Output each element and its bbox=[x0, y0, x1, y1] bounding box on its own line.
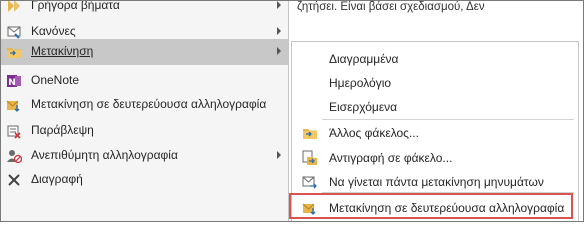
menu-item-label: Γρήγορα βήματα bbox=[31, 0, 120, 12]
menu-item-label: Ανεπιθύμητη αλληλογραφία bbox=[31, 148, 178, 162]
submenu-item-label: Αντιγραφή σε φάκελο... bbox=[329, 151, 453, 165]
clutter-icon bbox=[6, 100, 20, 112]
folder-move-icon bbox=[7, 48, 21, 58]
menu-item-label: Μετακίνηση bbox=[31, 44, 94, 58]
onenote-icon: N bbox=[7, 75, 21, 88]
outlook-context-menu-screenshot: ζητήσει. Είναι βάσει σχεδιασμού, Δεν Γρή… bbox=[0, 0, 584, 222]
menu-item-ignore[interactable]: Παράβλεψη bbox=[1, 118, 288, 144]
submenu-arrow-icon bbox=[277, 1, 281, 9]
delete-icon bbox=[8, 174, 20, 186]
submenu-other-folder[interactable]: Άλλος φάκελος... bbox=[292, 120, 578, 146]
submenu-folder-inbox[interactable]: Εισερχόμενα bbox=[292, 94, 578, 120]
rules-icon bbox=[7, 26, 21, 39]
clutter-icon bbox=[302, 203, 316, 215]
submenu-item-label: Άλλος φάκελος... bbox=[329, 126, 419, 140]
ignore-icon bbox=[7, 125, 21, 139]
submenu-item-label: Να γίνεται πάντα μετακίνηση μηνυμάτων bbox=[329, 175, 544, 189]
menu-item-move-to-clutter[interactable]: Μετακίνηση σε δευτερεύουσα αλληλογραφία bbox=[1, 92, 288, 118]
email-preview-strip: ζητήσει. Είναι βάσει σχεδιασμού, Δεν bbox=[288, 1, 583, 29]
submenu-copy-to-folder[interactable]: Αντιγραφή σε φάκελο... bbox=[292, 145, 578, 171]
menu-item-label: Μετακίνηση σε δευτερεύουσα αλληλογραφία bbox=[31, 97, 267, 111]
menu-item-label: Κανόνες bbox=[31, 24, 76, 38]
menu-item-delete[interactable]: Διαγραφή bbox=[1, 167, 288, 193]
junk-mail-icon bbox=[7, 150, 22, 164]
menu-item-quick-steps[interactable]: Γρήγορα βήματα bbox=[1, 0, 288, 19]
always-move-icon bbox=[302, 176, 317, 189]
quick-steps-icon bbox=[8, 1, 20, 12]
submenu-folder-calendar[interactable]: Ημερολόγιο bbox=[292, 70, 578, 96]
submenu-item-label: Εισερχόμενα bbox=[329, 100, 398, 114]
submenu-item-label: Ημερολόγιο bbox=[329, 76, 392, 90]
submenu-arrow-icon bbox=[277, 47, 281, 55]
submenu-arrow-icon bbox=[277, 151, 281, 159]
menu-item-junk-mail[interactable]: Ανεπιθύμητη αλληλογραφία bbox=[1, 143, 288, 169]
menu-item-onenote[interactable]: N OneNote bbox=[1, 68, 288, 94]
submenu-item-label: Διαγραμμένα bbox=[329, 52, 399, 66]
menu-item-label: Παράβλεψη bbox=[31, 123, 94, 137]
menu-item-label: Διαγραφή bbox=[31, 172, 83, 186]
context-menu: Γρήγορα βήματα Κανόνες Μετακίνηση N OneN… bbox=[1, 1, 289, 221]
submenu-arrow-icon bbox=[277, 27, 281, 35]
submenu-move-to-clutter[interactable]: Μετακίνηση σε δευτερεύουσα αλληλογραφία bbox=[289, 193, 578, 221]
menu-item-label: OneNote bbox=[31, 73, 80, 87]
email-preview-text: ζητήσει. Είναι βάσει σχεδιασμού, Δεν bbox=[297, 1, 485, 13]
other-folder-icon bbox=[303, 129, 317, 139]
move-submenu: Διαγραμμένα Ημερολόγιο Εισερχόμενα Άλλος… bbox=[289, 41, 579, 221]
submenu-item-label: Μετακίνηση σε δευτερεύουσα αλληλογραφία bbox=[329, 201, 565, 215]
menu-item-move[interactable]: Μετακίνηση bbox=[1, 39, 288, 65]
submenu-folder-deleted[interactable]: Διαγραμμένα bbox=[292, 46, 578, 72]
copy-to-folder-icon bbox=[302, 150, 317, 165]
svg-text:N: N bbox=[8, 78, 16, 88]
